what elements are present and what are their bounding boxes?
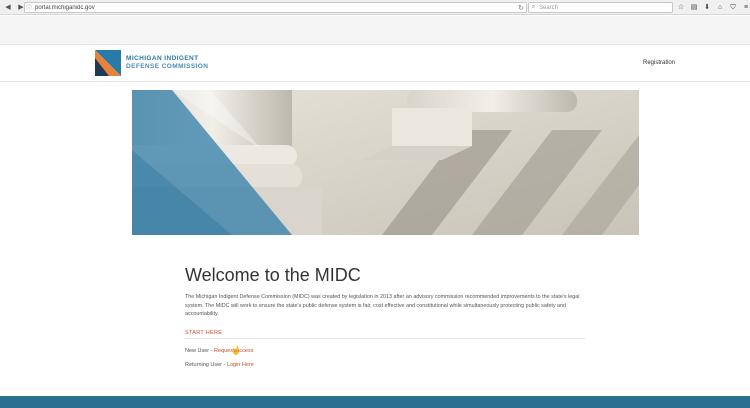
hand-cursor-icon: ☝ bbox=[231, 346, 241, 355]
midc-logo[interactable]: MICHIGAN INDIGENT DEFENSE COMMISSION bbox=[95, 50, 208, 76]
login-here-link[interactable]: Login Here bbox=[227, 362, 254, 368]
intro-paragraph: The Michigan Indigent Defense Commission… bbox=[185, 294, 580, 317]
browser-toolbar-icons: ☆ ▤ ⬇ ⌂ ⛉ ≡ bbox=[676, 2, 750, 13]
logo-line2: DEFENSE COMMISSION bbox=[126, 63, 209, 70]
logo-text: MICHIGAN INDIGENT DEFENSE COMMISSION bbox=[126, 55, 208, 71]
main-content: Welcome to the MIDC The Michigan Indigen… bbox=[185, 262, 585, 368]
returning-user-line: Returning User - Login Here bbox=[185, 362, 585, 368]
search-placeholder: Search bbox=[539, 4, 559, 11]
menu-icon[interactable]: ≡ bbox=[741, 3, 750, 13]
logo-line1: MICHIGAN INDIGENT bbox=[126, 55, 199, 62]
hero-image bbox=[132, 90, 639, 235]
address-bar[interactable]: ⓘ portal.michiganidc.gov ↻ bbox=[24, 2, 527, 13]
back-arrow-icon[interactable]: ◀ bbox=[3, 2, 13, 13]
clipboard-icon[interactable]: ▤ bbox=[689, 3, 699, 13]
site-header: MICHIGAN INDIGENT DEFENSE COMMISSION Reg… bbox=[0, 46, 750, 82]
download-icon[interactable]: ⬇ bbox=[702, 3, 712, 13]
browser-toolbar: ◀ ▶ ⓘ portal.michiganidc.gov ↻ ⌕ Search … bbox=[0, 0, 750, 15]
new-user-label: New User - bbox=[185, 347, 215, 354]
info-icon[interactable]: ⓘ bbox=[25, 3, 33, 12]
star-icon[interactable]: ☆ bbox=[676, 3, 686, 13]
registration-link[interactable]: Registration bbox=[643, 60, 675, 66]
url-text[interactable]: portal.michiganidc.gov bbox=[35, 5, 516, 11]
logo-mark-icon bbox=[95, 50, 121, 76]
start-here-heading: START HERE bbox=[185, 330, 585, 339]
returning-user-label: Returning User - bbox=[185, 361, 227, 368]
shield-icon[interactable]: ⛉ bbox=[728, 3, 738, 13]
browser-search-input[interactable]: ⌕ Search bbox=[528, 2, 673, 13]
reload-icon[interactable]: ↻ bbox=[516, 4, 526, 12]
footer-band bbox=[0, 396, 750, 408]
new-user-line: New User - Request Access bbox=[185, 348, 585, 354]
search-icon: ⌕ bbox=[531, 4, 536, 10]
home-icon[interactable]: ⌂ bbox=[715, 3, 725, 13]
page-title: Welcome to the MIDC bbox=[185, 265, 361, 285]
bookmarks-strip bbox=[0, 16, 750, 45]
